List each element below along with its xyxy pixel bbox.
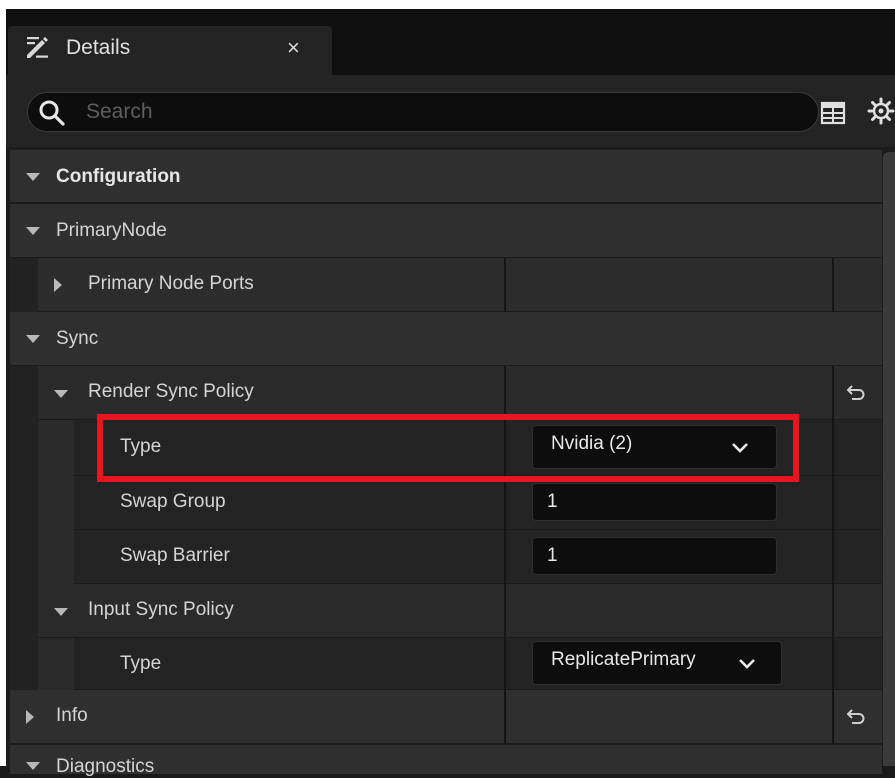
category-label: Sync: [56, 328, 99, 349]
column-divider: [504, 638, 506, 690]
category-label: PrimaryNode: [56, 220, 167, 241]
property-label: Input Sync Policy: [88, 599, 234, 620]
row-primary-node-ports[interactable]: Primary Node Ports: [10, 258, 882, 312]
reset-to-default-icon[interactable]: [844, 382, 866, 404]
window-top-edge: [0, 0, 895, 9]
expand-arrow-icon: [54, 390, 68, 398]
category-configuration[interactable]: Configuration: [10, 150, 882, 203]
column-divider: [832, 366, 834, 420]
tab-close-button[interactable]: ×: [287, 34, 300, 62]
column-divider: [504, 476, 506, 530]
expand-arrow-icon: [26, 173, 40, 181]
tab-details[interactable]: [8, 26, 332, 75]
expand-arrow-icon: [54, 608, 68, 616]
reset-to-default-icon[interactable]: [844, 706, 866, 728]
column-divider: [832, 584, 834, 638]
indent-guide: [10, 366, 38, 420]
property-label: Render Sync Policy: [88, 381, 254, 402]
swap-barrier-input[interactable]: 1: [532, 537, 777, 575]
property-label: Swap Barrier: [120, 545, 230, 566]
indent-guide: [38, 476, 74, 530]
search-icon: [39, 100, 65, 126]
category-label: Configuration: [56, 166, 181, 187]
indent-guide: [10, 584, 38, 638]
property-label: Primary Node Ports: [88, 273, 254, 294]
collapse-arrow-icon: [26, 710, 34, 724]
indent-guide: [10, 258, 38, 312]
expand-arrow-icon: [26, 762, 40, 770]
category-label: Diagnostics: [56, 756, 155, 777]
column-divider: [832, 638, 834, 690]
highlight-annotation-box: [97, 414, 799, 482]
column-divider: [504, 366, 506, 420]
property-label: Swap Group: [120, 491, 226, 512]
indent-guide: [10, 476, 38, 530]
column-divider: [832, 258, 834, 312]
category-sync[interactable]: Sync: [10, 312, 882, 366]
input-value: 1: [547, 545, 558, 566]
details-pencil-icon: [27, 37, 48, 58]
column-divider: [832, 476, 834, 530]
swap-group-input[interactable]: 1: [532, 483, 777, 521]
chevron-down-icon: [739, 659, 755, 669]
indent-guide: [38, 420, 74, 476]
indent-guide: [10, 638, 38, 690]
tab-title: Details: [66, 36, 131, 59]
category-primary-node[interactable]: PrimaryNode: [10, 204, 882, 258]
column-divider: [504, 258, 506, 312]
category-info[interactable]: Info: [10, 690, 882, 744]
property-label: Type: [120, 653, 162, 674]
search-input[interactable]: [84, 96, 788, 128]
category-label: Info: [56, 705, 88, 726]
row-render-sync-policy[interactable]: Render Sync Policy: [10, 366, 882, 420]
input-type-dropdown[interactable]: ReplicatePrimary: [532, 641, 782, 685]
column-divider: [504, 530, 506, 584]
collapse-arrow-icon: [54, 278, 62, 292]
column-divider: [832, 420, 834, 476]
gear-icon[interactable]: [866, 96, 895, 126]
indent-guide: [10, 530, 38, 584]
column-divider: [832, 690, 834, 744]
indent-guide: [38, 638, 74, 690]
input-value: 1: [547, 491, 558, 512]
expand-arrow-icon: [26, 227, 40, 235]
table-grid-icon[interactable]: [820, 100, 846, 126]
expand-arrow-icon: [26, 335, 40, 343]
indent-guide: [10, 420, 38, 476]
indent-guide: [38, 530, 74, 584]
column-divider: [504, 690, 506, 744]
dropdown-value: ReplicatePrimary: [551, 649, 696, 670]
column-divider: [832, 530, 834, 584]
vertical-scrollbar[interactable]: [883, 152, 895, 766]
column-divider: [504, 584, 506, 638]
category-diagnostics[interactable]: Diagnostics: [10, 745, 882, 777]
row-input-sync-policy[interactable]: Input Sync Policy: [10, 584, 882, 638]
